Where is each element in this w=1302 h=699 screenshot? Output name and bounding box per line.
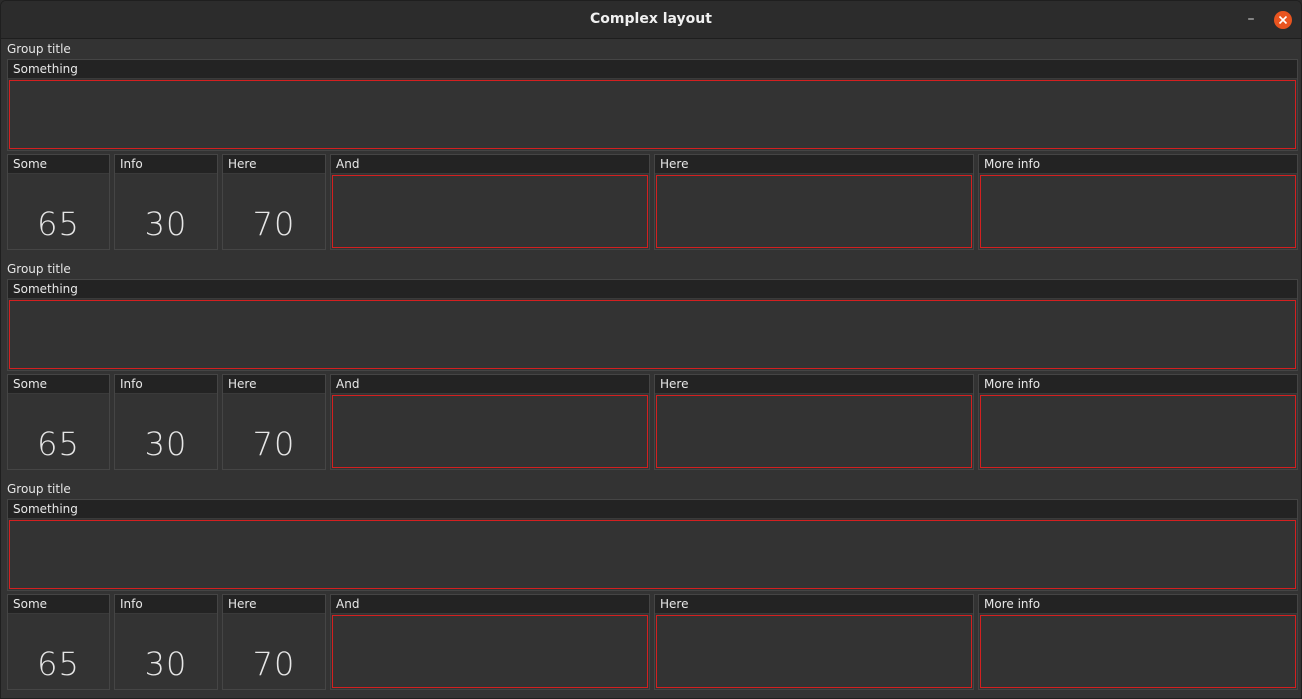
panel-header: More info (979, 155, 1297, 174)
panel-header: Here (655, 375, 973, 394)
panel-header: Something (8, 60, 1297, 79)
group-title: Group title (7, 262, 71, 276)
boxed-panel: And (330, 374, 650, 470)
value-panel: Some 65 (7, 594, 110, 690)
boxed-panel: And (330, 594, 650, 690)
group-title: Group title (7, 482, 71, 496)
wide-panel: Something (7, 59, 1298, 151)
boxed-panel: Here (654, 154, 974, 250)
content-box (656, 395, 972, 468)
value-panel: Info 30 (114, 374, 218, 470)
wide-panel: Something (7, 279, 1298, 371)
panel-header: Something (8, 500, 1297, 519)
panel-header: Here (655, 155, 973, 174)
minimize-icon: – (1247, 11, 1255, 27)
boxed-panel: Here (654, 374, 974, 470)
group-title: Group title (7, 42, 71, 56)
window-title: Complex layout (590, 11, 712, 27)
panel-header: Some (8, 375, 109, 394)
content-box (656, 615, 972, 688)
panel-header: Some (8, 155, 109, 174)
content-box (980, 175, 1296, 248)
panel-header: Here (223, 595, 325, 614)
value-readout: 30 (144, 205, 188, 243)
group: Group title Something Some 65 Info 30 He… (1, 260, 1301, 474)
panel-header: Info (115, 595, 217, 614)
panel-header: Info (115, 375, 217, 394)
minimize-button[interactable]: – (1241, 9, 1261, 29)
group: Group title Something Some 65 Info 30 He… (1, 40, 1301, 254)
value-readout: 30 (144, 645, 188, 683)
value-readout: 65 (37, 425, 80, 463)
panel-header: Something (8, 280, 1297, 299)
boxed-panel: Here (654, 594, 974, 690)
wide-panel: Something (7, 499, 1298, 591)
value-panel: Info 30 (114, 594, 218, 690)
value-readout: 70 (252, 205, 296, 243)
content-box (332, 395, 648, 468)
app-window: Complex layout – Group title Something S… (0, 0, 1302, 699)
content-box (9, 520, 1296, 589)
value-readout: 70 (252, 645, 296, 683)
panel-header: Here (223, 375, 325, 394)
panel-header: And (331, 375, 649, 394)
content-box (332, 615, 648, 688)
group: Group title Something Some 65 Info 30 He… (1, 480, 1301, 694)
title-bar[interactable]: Complex layout – (1, 1, 1301, 39)
panel-header: Info (115, 155, 217, 174)
content-box (980, 395, 1296, 468)
close-icon (1278, 15, 1288, 25)
value-panel: Info 30 (114, 154, 218, 250)
value-panel: Some 65 (7, 154, 110, 250)
panel-header: And (331, 595, 649, 614)
value-panel: Here 70 (222, 154, 326, 250)
panel-header: And (331, 155, 649, 174)
panel-header: More info (979, 595, 1297, 614)
value-panel: Here 70 (222, 374, 326, 470)
content-box (332, 175, 648, 248)
content-box (9, 300, 1296, 369)
panel-header: More info (979, 375, 1297, 394)
panel-header: Some (8, 595, 109, 614)
panel-header: Here (655, 595, 973, 614)
value-panel: Some 65 (7, 374, 110, 470)
panel-header: Here (223, 155, 325, 174)
value-readout: 30 (144, 425, 188, 463)
boxed-panel: More info (978, 154, 1298, 250)
value-readout: 65 (37, 205, 80, 243)
content-box (9, 80, 1296, 149)
value-panel: Here 70 (222, 594, 326, 690)
content-box (980, 615, 1296, 688)
value-readout: 70 (252, 425, 296, 463)
content-box (656, 175, 972, 248)
boxed-panel: And (330, 154, 650, 250)
value-readout: 65 (37, 645, 80, 683)
boxed-panel: More info (978, 594, 1298, 690)
close-button[interactable] (1274, 11, 1292, 29)
boxed-panel: More info (978, 374, 1298, 470)
